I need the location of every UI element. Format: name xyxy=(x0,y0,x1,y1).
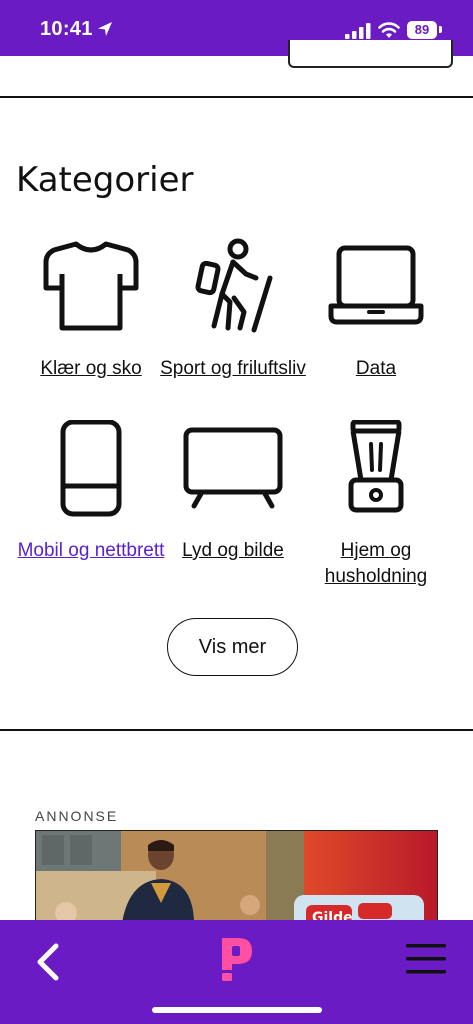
tshirt-icon xyxy=(43,241,139,331)
back-icon[interactable] xyxy=(30,940,70,984)
wifi-icon xyxy=(378,22,400,38)
tv-icon xyxy=(183,427,283,509)
home-indicator xyxy=(152,1007,322,1013)
category-sport[interactable]: Sport og friluftsliv xyxy=(158,238,308,382)
category-label: Sport og friluftsliv xyxy=(160,358,306,379)
show-more-button[interactable]: Vis mer xyxy=(167,618,298,676)
laptop-icon xyxy=(328,245,424,325)
category-label: Klær og sko xyxy=(40,358,142,379)
hiker-icon xyxy=(195,238,273,333)
ad-label: ANNONSE xyxy=(35,808,119,824)
category-label: Mobil og nettbrett xyxy=(17,540,165,561)
category-label: Lyd og bilde xyxy=(182,540,284,561)
menu-icon[interactable] xyxy=(404,942,448,976)
signal-icon xyxy=(345,23,371,39)
ad-banner[interactable]: Gilde xyxy=(35,830,438,930)
battery-nub xyxy=(439,26,442,33)
prisjakt-logo-icon[interactable] xyxy=(214,934,258,982)
category-audio-video[interactable]: Lyd og bilde xyxy=(158,420,308,564)
section-divider-top xyxy=(0,96,473,98)
category-label: Data xyxy=(355,358,397,379)
category-label: Hjem og husholdning xyxy=(324,540,428,587)
blender-icon xyxy=(348,420,404,513)
category-mobile[interactable]: Mobil og nettbrett xyxy=(16,420,166,564)
location-arrow-icon xyxy=(98,22,112,36)
category-clothes[interactable]: Klær og sko xyxy=(16,238,166,382)
section-divider-bottom xyxy=(0,729,473,731)
ad-image: Gilde xyxy=(36,831,437,929)
status-time: 10:41 xyxy=(40,18,93,40)
partial-button[interactable] xyxy=(288,40,453,68)
battery-icon: 89 xyxy=(407,21,437,39)
category-home[interactable]: Hjem og husholdning xyxy=(301,420,451,590)
phone-icon xyxy=(60,420,122,517)
section-title: Kategorier xyxy=(16,160,194,200)
category-data[interactable]: Data xyxy=(301,238,451,382)
